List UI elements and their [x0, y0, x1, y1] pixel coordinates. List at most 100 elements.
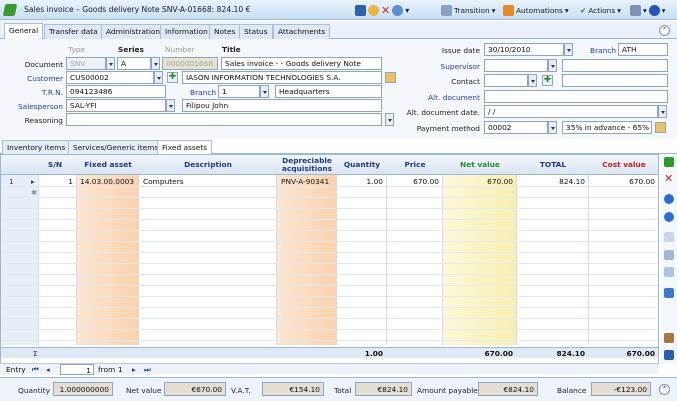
customer-name-field[interactable]: IASON INFORMATION TECHNOLOGIES S.A.	[182, 71, 382, 84]
first-record-icon[interactable]: ⏮	[30, 364, 41, 375]
current-record-field[interactable]: 1	[60, 364, 94, 375]
header-description[interactable]: Description	[139, 155, 277, 175]
series-dropdown[interactable]	[151, 57, 160, 70]
header-cost-value[interactable]: Cost value	[589, 155, 658, 175]
header-net-value[interactable]: Net value	[443, 155, 517, 175]
cell-sn[interactable]: 1	[39, 176, 75, 187]
last-record-icon[interactable]: ⏭	[142, 364, 153, 375]
alt-document-label[interactable]: Alt. document	[404, 93, 480, 102]
supervisor-name-field[interactable]	[562, 59, 668, 72]
salesperson-name-field[interactable]: Filipou John	[182, 99, 382, 112]
customer-label[interactable]: Customer	[18, 74, 63, 83]
branch2-label[interactable]: Branch	[590, 46, 616, 55]
cell-description[interactable]: Computers	[141, 176, 275, 187]
contact-dropdown[interactable]	[528, 74, 537, 87]
alt-document-date-dropdown[interactable]	[658, 105, 667, 118]
branch-label[interactable]: Branch	[190, 88, 216, 97]
type-field[interactable]: SNV	[66, 57, 106, 70]
add-contact-icon[interactable]: ✚	[542, 75, 553, 86]
prev-record-icon[interactable]: ◂	[44, 364, 52, 375]
document-icon[interactable]	[664, 232, 674, 242]
customer-code-field[interactable]: CUS00002	[66, 71, 154, 84]
copy-icon[interactable]	[664, 267, 674, 277]
cell-cost-value[interactable]: 670.00	[589, 176, 657, 187]
issue-date-field[interactable]: 30/10/2010	[484, 43, 564, 56]
salesperson-label[interactable]: Salesperson	[10, 102, 63, 111]
contact-name-field[interactable]	[562, 74, 668, 87]
customer-card-icon[interactable]	[385, 72, 396, 83]
salesperson-code-field[interactable]: SAL-YFI	[66, 99, 166, 112]
add-row-icon[interactable]	[664, 157, 674, 167]
help-icon[interactable]	[648, 4, 660, 16]
export-icon[interactable]	[664, 288, 674, 298]
branch2-field[interactable]: ATH	[618, 43, 668, 56]
header-price[interactable]: Price	[387, 155, 443, 175]
move-down-icon[interactable]	[664, 212, 674, 222]
supervisor-dropdown[interactable]	[548, 59, 557, 72]
cell-total[interactable]: 824.10	[517, 176, 587, 187]
supervisor-field[interactable]	[484, 59, 548, 72]
cell-price[interactable]: 670.00	[387, 176, 441, 187]
move-up-icon[interactable]	[664, 194, 674, 204]
tools-icon[interactable]	[630, 4, 641, 16]
tab-information[interactable]: Information	[160, 24, 213, 39]
print-icon[interactable]	[368, 4, 379, 16]
tab-attachments[interactable]: Attachments	[273, 24, 331, 39]
tab-notes[interactable]: Notes	[209, 24, 241, 39]
title-field[interactable]: Sales invoice - - Goods delivery Note	[221, 57, 382, 70]
tab-inventory-items[interactable]: Inventory items	[2, 140, 71, 154]
table-row[interactable]: 1 ▸ 1 14.03.00.0003 Computers PNV-A-9034…	[1, 176, 658, 187]
expand-icon[interactable]: ⌃	[659, 384, 670, 395]
tab-status[interactable]: Status	[239, 24, 273, 39]
series-field[interactable]: A	[117, 57, 151, 70]
settings-icon[interactable]	[664, 250, 674, 260]
delete-icon[interactable]: ✕	[381, 4, 390, 17]
header-sn[interactable]: S/N	[39, 155, 71, 175]
trn-label[interactable]: T.R.N.	[18, 88, 63, 97]
header-depreciable-acquisitions[interactable]: Depreciable acquisitions	[277, 155, 337, 175]
number-field[interactable]: 0000001668	[162, 57, 218, 70]
payment-method-desc-field[interactable]: 35% in advance - 65%	[562, 121, 652, 134]
alt-document-date-field[interactable]: / /	[484, 105, 658, 118]
trn-field[interactable]: 094123486	[66, 85, 166, 98]
contact-field[interactable]	[484, 74, 528, 87]
search-icon[interactable]	[392, 4, 404, 16]
issue-date-dropdown[interactable]	[564, 43, 573, 56]
header-fixed-asset[interactable]: Fixed asset	[77, 155, 139, 175]
tab-administration[interactable]: Administration	[101, 24, 166, 39]
cell-fixed-asset[interactable]: 14.03.00.0003	[78, 176, 138, 187]
supervisor-label[interactable]: Supervisor	[404, 62, 481, 71]
reasoning-dropdown[interactable]	[385, 113, 394, 126]
delete-row-icon[interactable]: ✕	[664, 173, 674, 184]
collapse-icon[interactable]: ⌃	[659, 25, 670, 36]
branch-field[interactable]: 1	[218, 85, 260, 98]
alt-document-field[interactable]	[484, 90, 668, 103]
salesperson-dropdown[interactable]	[166, 99, 175, 112]
reasoning-field[interactable]	[66, 113, 382, 126]
tab-fixed-assets[interactable]: Fixed assets	[157, 140, 213, 154]
cell-quantity[interactable]: 1.00	[337, 176, 385, 187]
customer-dropdown[interactable]	[154, 71, 163, 84]
tab-transfer-data[interactable]: Transfer data	[44, 24, 103, 39]
tab-services-generic-items[interactable]: Services/Generic items	[68, 140, 164, 154]
cell-depreciable[interactable]: PNV-A-90341	[279, 176, 335, 187]
payment-method-code-field[interactable]: 00002	[484, 121, 548, 134]
branch-name-field[interactable]: Headquarters	[275, 85, 382, 98]
next-record-icon[interactable]: ▸	[130, 364, 138, 375]
link-icon[interactable]	[664, 333, 674, 343]
payment-method-icon[interactable]	[655, 122, 666, 133]
branch-dropdown[interactable]	[260, 85, 269, 98]
save-rows-icon[interactable]	[664, 350, 674, 360]
transition-button[interactable]: Transition ▾	[441, 3, 495, 17]
new-row[interactable]: ✱	[1, 187, 658, 198]
cell-net-value[interactable]: 670.00	[443, 176, 515, 187]
type-dropdown[interactable]	[106, 57, 115, 70]
header-total[interactable]: TOTAL	[517, 155, 589, 175]
add-customer-icon[interactable]: ✚	[167, 72, 178, 83]
save-icon[interactable]	[355, 4, 366, 16]
actions-button[interactable]: ✔ Actions ▾	[580, 3, 621, 17]
header-quantity[interactable]: Quantity	[337, 155, 387, 175]
automations-button[interactable]: Automations ▾	[503, 3, 569, 17]
tab-general[interactable]: General	[4, 23, 44, 40]
payment-method-dropdown[interactable]	[548, 121, 557, 134]
